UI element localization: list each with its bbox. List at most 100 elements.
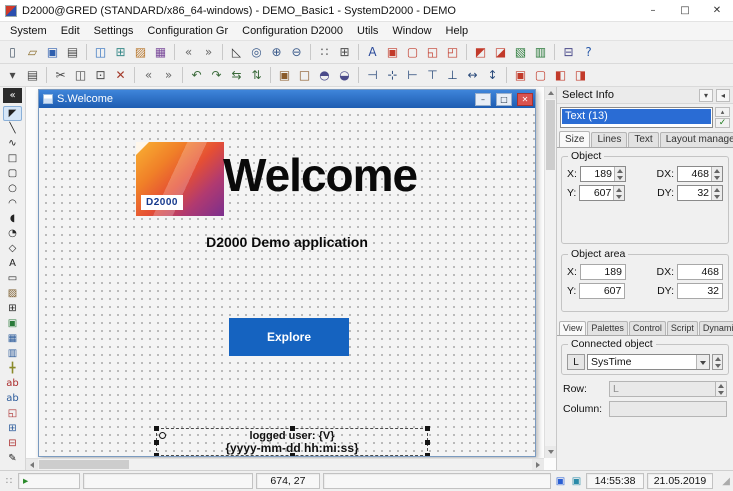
- spin-up-icon[interactable]: [615, 167, 625, 174]
- text-tool-icon[interactable]: A: [3, 256, 22, 271]
- scroll-right-icon[interactable]: [532, 459, 544, 471]
- maximize-icon[interactable]: □: [669, 0, 701, 22]
- panel-menu-icon[interactable]: ▾: [699, 89, 713, 102]
- object-x-input[interactable]: 189: [580, 166, 626, 182]
- chord-tool-icon[interactable]: ◖: [3, 211, 22, 226]
- zoom-out-icon[interactable]: ⊖: [287, 43, 306, 62]
- selection-listbox[interactable]: Text (13): [560, 107, 713, 128]
- save-scheme-icon[interactable]: ▣: [43, 43, 62, 62]
- same-height-icon[interactable]: ↕: [483, 66, 502, 85]
- spin-down-icon[interactable]: [713, 362, 722, 369]
- spin-down-icon[interactable]: [712, 174, 722, 181]
- pipe-tool-icon[interactable]: ╋: [3, 361, 22, 376]
- collapse-toolbar-icon[interactable]: «: [3, 88, 22, 103]
- bitmap-tool-icon[interactable]: ▨: [3, 286, 22, 301]
- apply-check-icon[interactable]: ✓: [715, 118, 730, 128]
- welcome-image[interactable]: D2000: [136, 142, 224, 216]
- object-replace-icon[interactable]: ◱: [423, 43, 442, 62]
- scheme-maximize-icon[interactable]: □: [496, 93, 512, 106]
- redo-icon[interactable]: »: [199, 43, 218, 62]
- spin-down-icon[interactable]: [614, 193, 624, 200]
- selection-handle[interactable]: [290, 453, 295, 456]
- selection-handle[interactable]: [154, 440, 159, 445]
- rotate-left-icon[interactable]: ↶: [187, 66, 206, 85]
- tab-palettes[interactable]: Palettes: [587, 321, 628, 335]
- table-tool-icon[interactable]: ⊞: [3, 421, 22, 436]
- scheme-variables-icon[interactable]: ◪: [491, 43, 510, 62]
- scroll-down-icon[interactable]: [545, 446, 556, 458]
- copy-icon[interactable]: ◫: [71, 66, 90, 85]
- menu-system[interactable]: System: [3, 23, 54, 39]
- object-y-input[interactable]: 607: [579, 185, 625, 201]
- zoom-tool-icon[interactable]: ◎: [247, 43, 266, 62]
- button-tool-icon[interactable]: ▭: [3, 271, 22, 286]
- grid-toggle-icon[interactable]: ∷: [315, 43, 334, 62]
- prev-scheme-icon[interactable]: «: [139, 66, 158, 85]
- selection-handle[interactable]: [154, 453, 159, 456]
- displayer-tool-icon[interactable]: ▦: [3, 331, 22, 346]
- ellipse-tool-icon[interactable]: ○: [3, 181, 22, 196]
- tab-dynamics[interactable]: Dynamics: [699, 321, 733, 335]
- ungroup-icon[interactable]: □: [295, 66, 314, 85]
- spin-up-icon[interactable]: [712, 186, 722, 193]
- undo-icon[interactable]: «: [179, 43, 198, 62]
- logged-user-text[interactable]: logged user: {V}: [250, 430, 335, 442]
- scheme-lock-icon[interactable]: ◨: [571, 66, 590, 85]
- selection-handle[interactable]: [425, 426, 430, 431]
- select-tool-icon[interactable]: ◺: [227, 43, 246, 62]
- panel-dock-icon[interactable]: ◂: [716, 89, 730, 102]
- object-palette-icon[interactable]: ◧: [551, 66, 570, 85]
- pie-tool-icon[interactable]: ◔: [3, 226, 22, 241]
- vertical-scroll-thumb[interactable]: [546, 100, 555, 170]
- paste-icon[interactable]: ⊡: [91, 66, 110, 85]
- zoom-in-icon[interactable]: ⊕: [267, 43, 286, 62]
- object-info-icon[interactable]: ◰: [443, 43, 462, 62]
- masked-text-tool-icon[interactable]: ab: [3, 391, 22, 406]
- select-pointer-icon[interactable]: ◤: [3, 106, 22, 121]
- tab-size[interactable]: Size: [559, 131, 590, 147]
- print-scheme-icon[interactable]: ▤: [63, 43, 82, 62]
- connected-object-combo[interactable]: SysTime: [587, 354, 710, 370]
- line-tool-icon[interactable]: ╲: [3, 121, 22, 136]
- flip-vertical-icon[interactable]: ⇅: [247, 66, 266, 85]
- scheme-minimize-icon[interactable]: –: [475, 93, 491, 106]
- close-icon[interactable]: ✕: [701, 0, 733, 22]
- align-right-icon[interactable]: ⊢: [403, 66, 422, 85]
- align-bottom-icon[interactable]: ⊥: [443, 66, 462, 85]
- layer-select-icon[interactable]: ▤: [23, 66, 42, 85]
- scheme-close-icon[interactable]: ✕: [517, 93, 533, 106]
- scheme-settings-icon[interactable]: ◩: [471, 43, 490, 62]
- object-browser-icon[interactable]: ▦: [151, 43, 170, 62]
- menu-edit[interactable]: Edit: [54, 23, 87, 39]
- object-type-button[interactable]: L: [567, 354, 585, 370]
- tab-lines[interactable]: Lines: [591, 132, 627, 147]
- edit-mode-icon[interactable]: ▾: [3, 66, 22, 85]
- object-dx-input[interactable]: 468: [677, 166, 723, 182]
- menu-configuration-d2000[interactable]: Configuration D2000: [235, 23, 350, 39]
- same-width-icon[interactable]: ↔: [463, 66, 482, 85]
- polyline-tool-icon[interactable]: ∿: [3, 136, 22, 151]
- spin-up-icon[interactable]: [712, 167, 722, 174]
- cut-icon[interactable]: ✂: [51, 66, 70, 85]
- spin-down-icon[interactable]: [712, 193, 722, 200]
- scheme-test-icon[interactable]: ▥: [531, 43, 550, 62]
- object-dy-input[interactable]: 32: [677, 185, 723, 201]
- group-frame-tool-icon[interactable]: ⊞: [3, 301, 22, 316]
- tab-text[interactable]: Text: [628, 132, 658, 147]
- object-connect-icon[interactable]: ▣: [383, 43, 402, 62]
- object-browse-spinner[interactable]: [712, 354, 723, 370]
- menu-window[interactable]: Window: [385, 23, 438, 39]
- align-left-icon[interactable]: ⊣: [363, 66, 382, 85]
- dictionary-icon[interactable]: ⊟: [559, 43, 578, 62]
- tab-layout-manager[interactable]: Layout manager: [660, 132, 733, 147]
- connect-lines-icon[interactable]: ▣: [511, 66, 530, 85]
- delete-icon[interactable]: ✕: [111, 66, 130, 85]
- align-top-icon[interactable]: ⊤: [423, 66, 442, 85]
- tab-script[interactable]: Script: [667, 321, 698, 335]
- tab-control[interactable]: Control: [629, 321, 666, 335]
- scheme-browser-icon[interactable]: ◫: [91, 43, 110, 62]
- arc-tool-icon[interactable]: ◠: [3, 196, 22, 211]
- selection-handle[interactable]: [154, 426, 159, 431]
- windows-control-tool-icon[interactable]: ▣: [3, 316, 22, 331]
- scheme-window-titlebar[interactable]: S.Welcome – □ ✕: [39, 90, 535, 108]
